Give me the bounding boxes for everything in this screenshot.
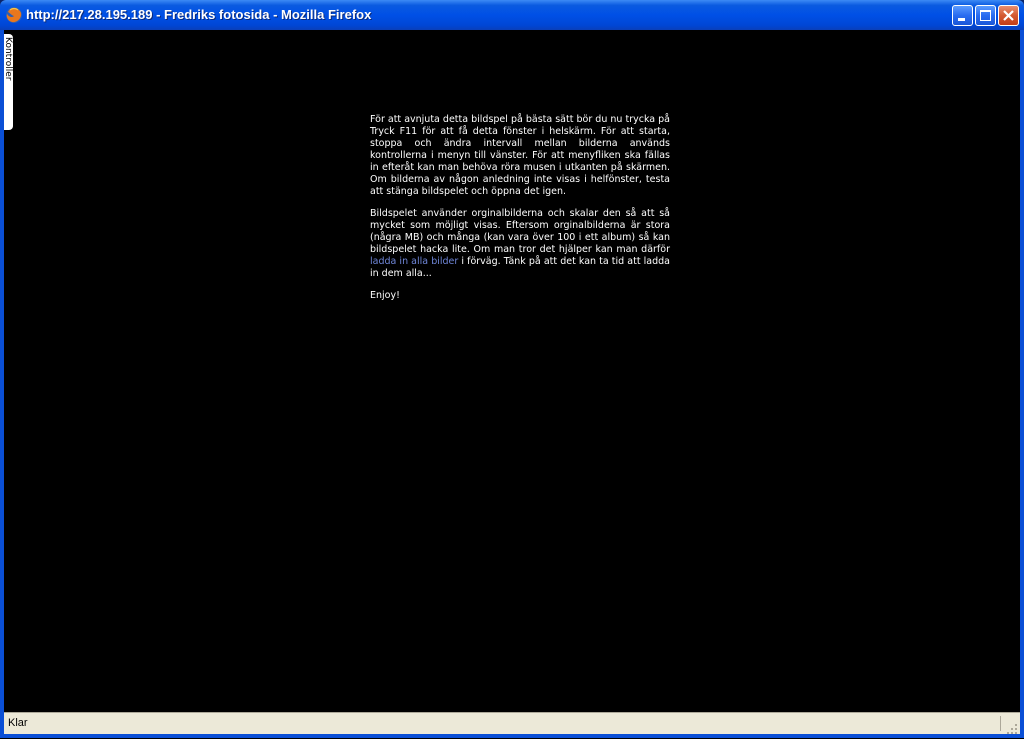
load-all-images-link[interactable]: ladda in alla bilder xyxy=(370,256,458,267)
minimize-icon xyxy=(958,18,965,21)
close-button[interactable] xyxy=(998,5,1019,26)
enjoy-text: Enjoy! xyxy=(370,290,400,301)
firefox-icon xyxy=(5,6,23,24)
close-icon xyxy=(1003,10,1014,21)
minimize-button[interactable] xyxy=(952,5,973,26)
controls-side-tab[interactable]: Kontroller xyxy=(3,34,13,130)
info-paragraph: Bildspelet använder orginalbilderna och … xyxy=(370,208,670,280)
browser-window: http://217.28.195.189 - Fredriks fotosid… xyxy=(0,0,1024,738)
window-title: http://217.28.195.189 - Fredriks fotosid… xyxy=(26,7,372,22)
intro-text-block: För att avnjuta detta bildspel på bästa … xyxy=(370,114,670,312)
instruction-paragraph: För att avnjuta detta bildspel på bästa … xyxy=(370,114,670,197)
resize-grip-icon[interactable] xyxy=(1006,720,1018,734)
page-content: Kontroller För att avnjuta detta bildspe… xyxy=(3,30,1020,712)
status-bar: Klar xyxy=(4,712,1020,734)
maximize-icon xyxy=(980,10,991,21)
window-frame-right xyxy=(1020,30,1024,738)
status-separator xyxy=(1000,716,1001,731)
window-frame-bottom xyxy=(0,734,1024,738)
controls-tab-label: Kontroller xyxy=(3,37,13,81)
info-text-before-link: Bildspelet använder orginalbilderna och … xyxy=(370,208,670,255)
title-bar[interactable]: http://217.28.195.189 - Fredriks fotosid… xyxy=(0,0,1024,30)
maximize-button[interactable] xyxy=(975,5,996,26)
status-text: Klar xyxy=(8,717,28,729)
